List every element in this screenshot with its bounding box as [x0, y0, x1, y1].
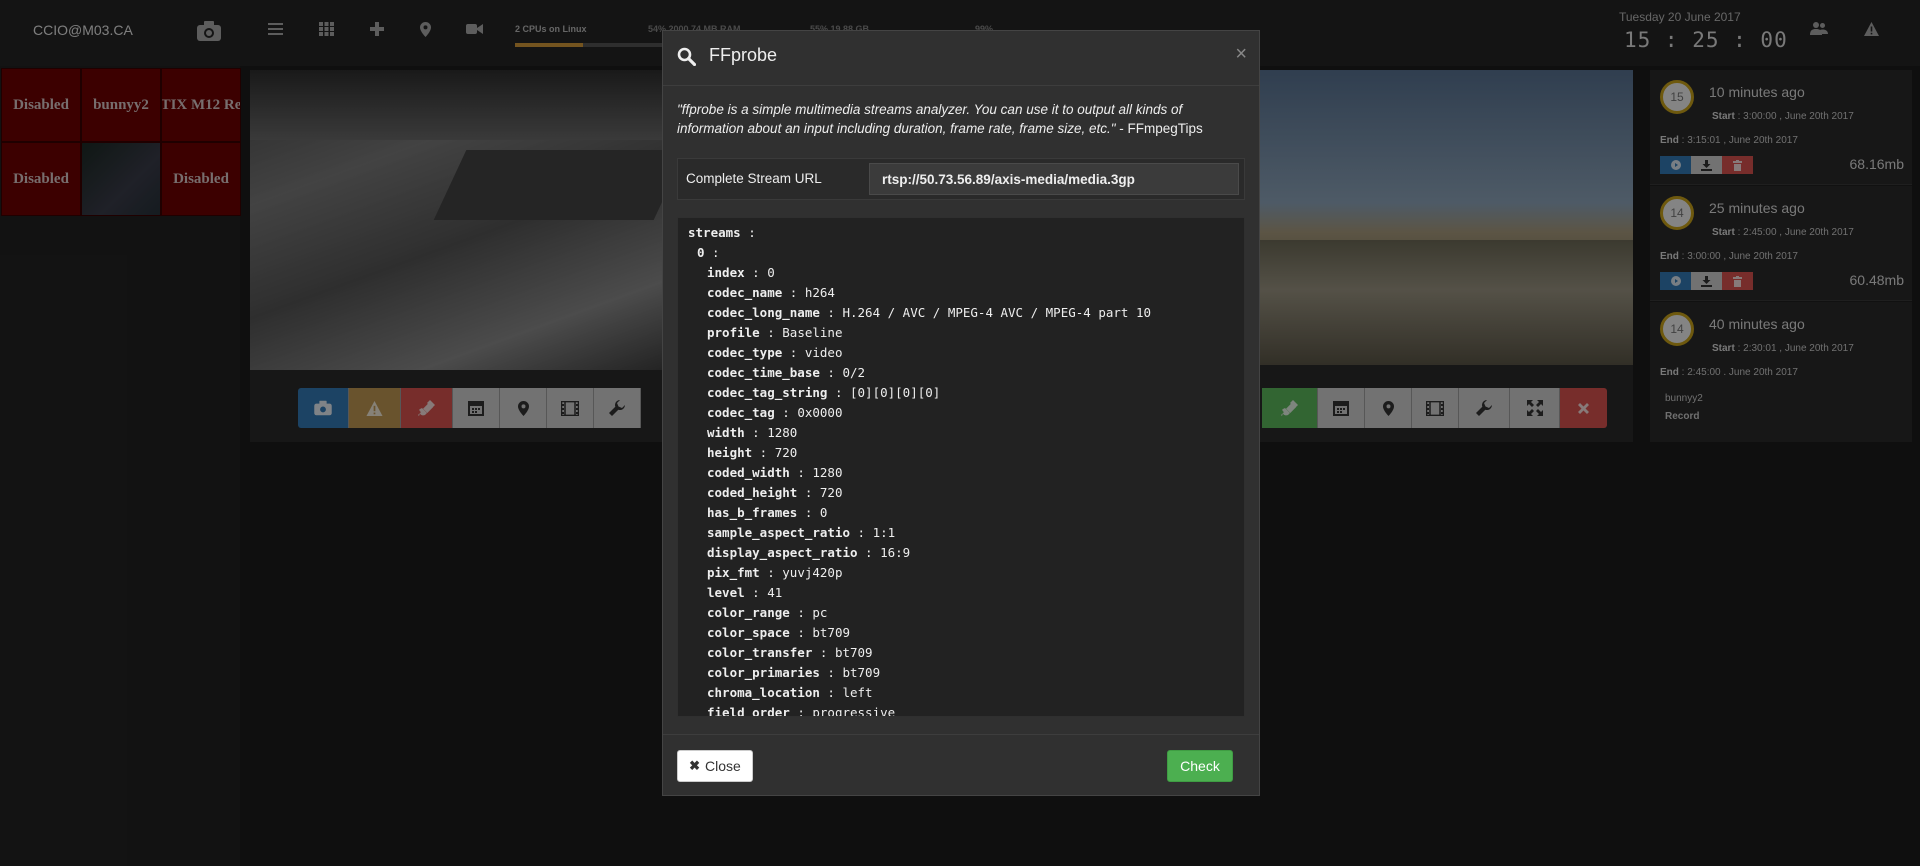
output-key: streams: [688, 225, 741, 240]
stream-url-label: Complete Stream URL: [686, 171, 822, 186]
output-line: width : 1280: [707, 425, 798, 440]
output-value: 0x0000: [797, 405, 843, 420]
output-value: 16:9: [880, 545, 911, 560]
output-key: coded_height: [707, 485, 798, 500]
output-line: codec_time_base : 0/2: [707, 365, 866, 380]
ffprobe-description: "ffprobe is a simple multimedia streams …: [677, 100, 1252, 138]
output-line: profile : Baseline: [707, 325, 843, 340]
stream-url-row: Complete Stream URL: [677, 158, 1245, 200]
output-line: display_aspect_ratio : 16:9: [707, 545, 911, 560]
search-icon: [677, 47, 697, 71]
modal-header: FFprobe ×: [663, 31, 1259, 86]
output-value: 0: [819, 505, 828, 520]
output-value: video: [804, 345, 843, 360]
output-line: color_range : pc: [707, 605, 828, 620]
output-value: left: [842, 685, 873, 700]
output-value: bt709: [812, 625, 851, 640]
output-key: field_order: [707, 705, 790, 717]
output-key: sample_aspect_ratio: [707, 525, 850, 540]
output-key: width: [707, 425, 745, 440]
output-line: height : 720: [707, 445, 798, 460]
output-line: codec_long_name : H.264 / AVC / MPEG-4 A…: [707, 305, 1152, 320]
output-key: height: [707, 445, 753, 460]
output-value: bt709: [834, 645, 873, 660]
check-button[interactable]: Check: [1167, 750, 1233, 782]
output-line: codec_tag : 0x0000: [707, 405, 843, 420]
output-line: coded_height : 720: [707, 485, 843, 500]
output-value: progressive: [812, 705, 896, 717]
ffprobe-modal: FFprobe × "ffprobe is a simple multimedi…: [662, 30, 1260, 796]
output-line: color_space : bt709: [707, 625, 851, 640]
output-line: codec_tag_string : [0][0][0][0]: [707, 385, 941, 400]
output-key: chroma_location: [707, 685, 820, 700]
output-value: h264: [804, 285, 835, 300]
modal-title: FFprobe: [709, 45, 778, 65]
output-line: level : 41: [707, 585, 783, 600]
output-value: 720: [819, 485, 843, 500]
output-line: pix_fmt : yuvj420p: [707, 565, 843, 580]
output-key: index: [707, 265, 745, 280]
output-key: codec_tag_string: [707, 385, 828, 400]
output-line: streams :: [688, 225, 756, 240]
close-button-label: Close: [705, 758, 741, 774]
output-key: profile: [707, 325, 760, 340]
output-key: color_range: [707, 605, 790, 620]
output-key: 0: [697, 245, 705, 260]
output-key: codec_tag: [707, 405, 775, 420]
output-value: [0][0][0][0]: [850, 385, 941, 400]
output-value: bt709: [842, 665, 881, 680]
output-key: codec_type: [707, 345, 783, 360]
output-line: chroma_location : left: [707, 685, 873, 700]
output-key: coded_width: [707, 465, 790, 480]
output-line: 0 :: [697, 245, 720, 260]
output-line: color_primaries : bt709: [707, 665, 881, 680]
output-value: 41: [767, 585, 783, 600]
output-key: codec_time_base: [707, 365, 820, 380]
output-line: sample_aspect_ratio : 1:1: [707, 525, 896, 540]
output-key: level: [707, 585, 745, 600]
output-value: 0: [767, 265, 775, 280]
output-value: 1280: [767, 425, 798, 440]
output-value: 0/2: [842, 365, 866, 380]
output-value: H.264 / AVC / MPEG-4 AVC / MPEG-4 part 1…: [842, 305, 1152, 320]
ffprobe-output[interactable]: streams : 0 : index : 0 codec_name : h264…: [677, 217, 1245, 717]
output-line: has_b_frames : 0: [707, 505, 828, 520]
output-key: color_transfer: [707, 645, 813, 660]
modal-footer: ✖ Close Check: [663, 734, 1259, 797]
close-button[interactable]: ✖ Close: [677, 750, 753, 782]
output-line: codec_type : video: [707, 345, 843, 360]
output-value: Baseline: [782, 325, 843, 340]
output-line: field_order : progressive: [678, 703, 1244, 717]
output-key: display_aspect_ratio: [707, 545, 858, 560]
output-key: color_primaries: [707, 665, 820, 680]
output-key: has_b_frames: [707, 505, 798, 520]
output-key: codec_name: [707, 285, 783, 300]
close-icon: ✖: [689, 758, 701, 773]
output-value: 720: [774, 445, 798, 460]
ffprobe-quote: "ffprobe is a simple multimedia streams …: [677, 102, 1183, 136]
output-key: codec_long_name: [707, 305, 820, 320]
output-key: pix_fmt: [707, 565, 760, 580]
output-value: yuvj420p: [782, 565, 843, 580]
output-line: color_transfer : bt709: [707, 645, 873, 660]
stream-url-input[interactable]: [869, 163, 1239, 195]
output-value: 1280: [812, 465, 843, 480]
modal-close-icon[interactable]: ×: [1235, 43, 1247, 66]
quote-source: - FFmpegTips: [1115, 121, 1203, 136]
output-value: 1:1: [872, 525, 896, 540]
output-line: index : 0: [707, 265, 775, 280]
output-line: coded_width : 1280: [707, 465, 843, 480]
output-key: color_space: [707, 625, 790, 640]
output-value: pc: [812, 605, 828, 620]
output-line: codec_name : h264: [707, 285, 835, 300]
